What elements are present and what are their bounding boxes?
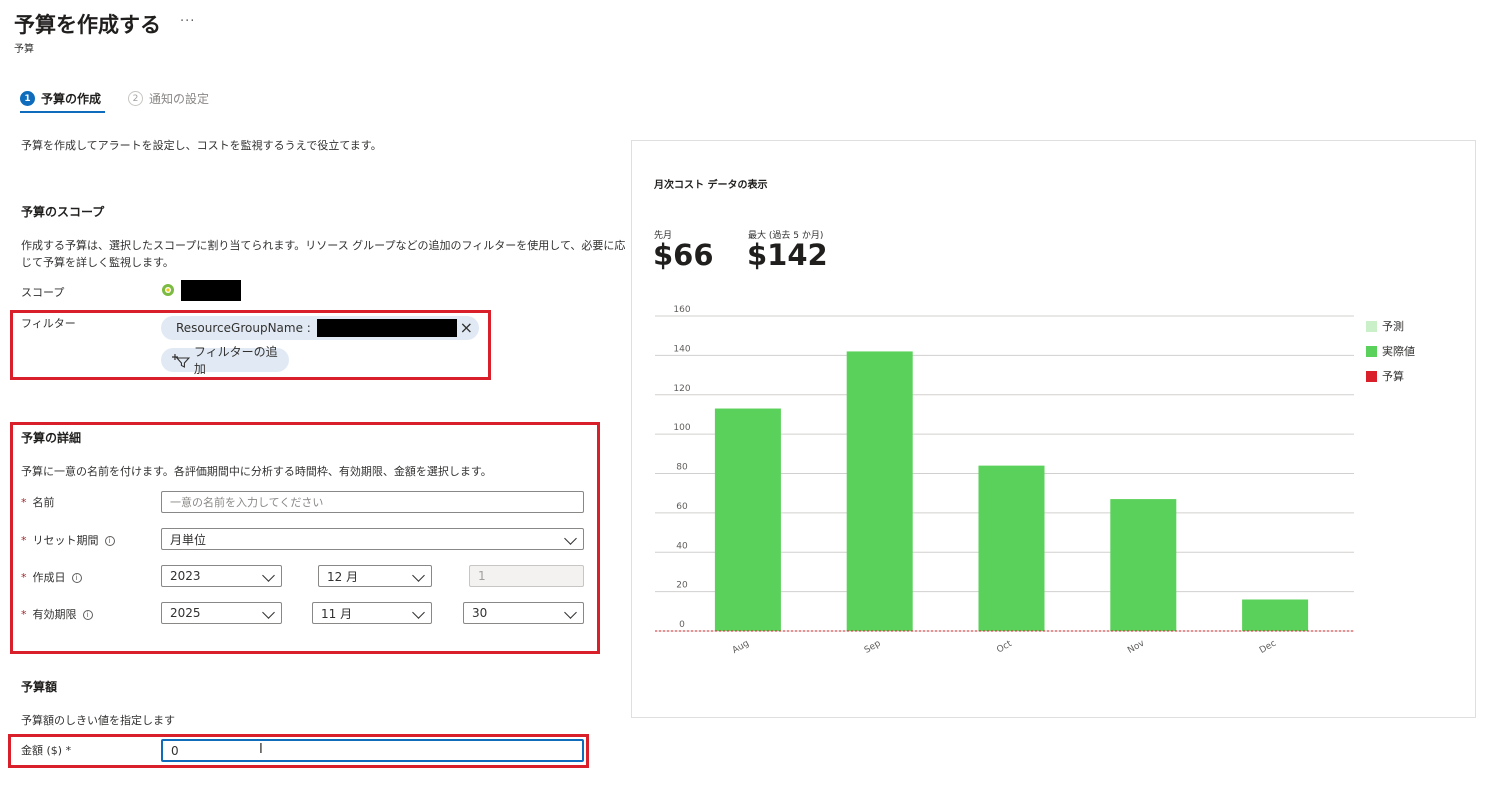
y-tick-label: 0 [679, 620, 685, 630]
filter-label: フィルター [21, 317, 76, 330]
step-number-icon: 1 [20, 91, 35, 106]
details-heading: 予算の詳細 [21, 431, 82, 445]
reset-period-dropdown[interactable]: 月単位 [161, 528, 584, 550]
scope-heading: 予算のスコープ [21, 205, 105, 219]
y-tick-label: 80 [676, 463, 688, 473]
y-tick-label: 100 [673, 423, 690, 433]
filter-pill-label: ResourceGroupName : [176, 321, 311, 335]
amount-label: 金額 ($) * [21, 744, 72, 757]
y-tick-label: 160 [673, 305, 690, 315]
filter-pill[interactable]: ResourceGroupName : × [161, 316, 479, 340]
expiry-date-label: * 有効期限 i [21, 606, 93, 622]
subscription-icon [161, 283, 175, 297]
cost-bar-chart: 0 20 40 60 80 100 120 140 160 Aug Sep Oct Nov Dec [655, 305, 1354, 656]
amount-heading: 予算額 [21, 680, 58, 694]
legend-item-forecast[interactable]: 予測 [1366, 318, 1415, 334]
redacted-resource-group [316, 319, 457, 337]
created-year-dropdown[interactable]: 2023 [161, 565, 282, 587]
tab-label: 通知の設定 [149, 92, 210, 106]
bar-oct [978, 465, 1045, 631]
chevron-down-icon [262, 606, 275, 619]
chevron-down-icon [412, 569, 425, 582]
details-description: 予算に一意の名前を付けます。各評価期間中に分析する時間枠、有効期限、金額を選択し… [21, 465, 492, 478]
info-icon[interactable]: i [71, 573, 82, 583]
more-options-icon[interactable]: ··· [180, 14, 195, 29]
y-tick-label: 40 [676, 541, 688, 551]
legend-swatch [1366, 320, 1377, 332]
expiry-month-dropdown[interactable]: 11 月 [312, 602, 432, 624]
reset-period-label: * リセット期間 i [21, 532, 115, 548]
created-month-dropdown[interactable]: 12 月 [318, 565, 432, 587]
legend-item-budget[interactable]: 予算 [1366, 368, 1415, 384]
intro-text: 予算を作成してアラートを設定し、コストを監視するうえで役立てます。 [21, 139, 382, 152]
expiry-year-dropdown[interactable]: 2025 [161, 602, 282, 624]
step-number-icon: 2 [128, 91, 143, 106]
info-icon[interactable]: i [82, 610, 93, 620]
chevron-down-icon [262, 569, 275, 582]
chart-panel-title: 月次コスト データの表示 [654, 180, 768, 191]
text-cursor-icon: I [259, 742, 263, 757]
y-tick-label: 120 [673, 384, 690, 394]
amount-input[interactable]: 0 I [161, 739, 584, 762]
legend-swatch [1366, 345, 1377, 357]
y-tick-label: 20 [676, 581, 688, 591]
scope-description-line2: じて予算を詳しく監視します。 [21, 256, 174, 269]
add-filter-icon [171, 354, 191, 368]
bar-nov [1110, 499, 1177, 631]
legend-item-actual[interactable]: 実際値 [1366, 343, 1415, 359]
y-tick-label: 140 [673, 344, 690, 354]
max-value: $142 [747, 238, 828, 272]
close-icon[interactable]: × [460, 318, 473, 337]
redacted-scope-name [181, 280, 241, 301]
x-tick-label: Oct [995, 639, 1014, 656]
legend-swatch [1366, 370, 1377, 382]
bar-sep [846, 351, 913, 631]
amount-description: 予算額のしきい値を指定します [21, 714, 175, 727]
x-tick-label: Aug [731, 639, 751, 656]
chevron-down-icon [564, 532, 577, 545]
scope-label: スコープ [21, 286, 65, 299]
name-label: * 名前 [21, 496, 55, 509]
x-tick-label: Dec [1258, 639, 1278, 656]
monthly-cost-panel: 月次コスト データの表示 先月 $66 最大 (過去 5 か月) $142 02… [631, 140, 1476, 718]
scope-description-line1: 作成する予算は、選択したスコープに割り当てられます。リソース グループなどの追加… [21, 239, 626, 252]
chart-legend: 予測 実際値 予算 [1366, 318, 1415, 384]
tab-notification-settings[interactable]: 2 通知の設定 [128, 90, 209, 107]
created-date-label: * 作成日 i [21, 569, 82, 585]
breadcrumb[interactable]: 予算 [14, 40, 34, 55]
add-filter-button[interactable]: フィルターの追加 [161, 345, 289, 376]
chevron-down-icon [412, 606, 425, 619]
tab-create-budget[interactable]: 1 予算の作成 [20, 90, 101, 107]
page-title: 予算を作成する [14, 13, 161, 37]
x-tick-label: Nov [1126, 638, 1147, 656]
bar-dec [1242, 599, 1309, 631]
chevron-down-icon [564, 606, 577, 619]
budget-name-input[interactable]: 一意の名前を入力してください [161, 491, 584, 513]
info-icon[interactable]: i [104, 536, 115, 546]
last-month-value: $66 [653, 238, 714, 272]
y-tick-label: 60 [676, 502, 688, 512]
expiry-day-dropdown[interactable]: 30 [463, 602, 584, 624]
active-tab-indicator [20, 111, 105, 113]
x-tick-label: Sep [863, 639, 883, 656]
bar-aug [714, 408, 781, 631]
tab-label: 予算の作成 [41, 92, 102, 106]
add-filter-label: フィルターの追加 [193, 345, 278, 376]
created-day-field: 1 [469, 565, 584, 587]
